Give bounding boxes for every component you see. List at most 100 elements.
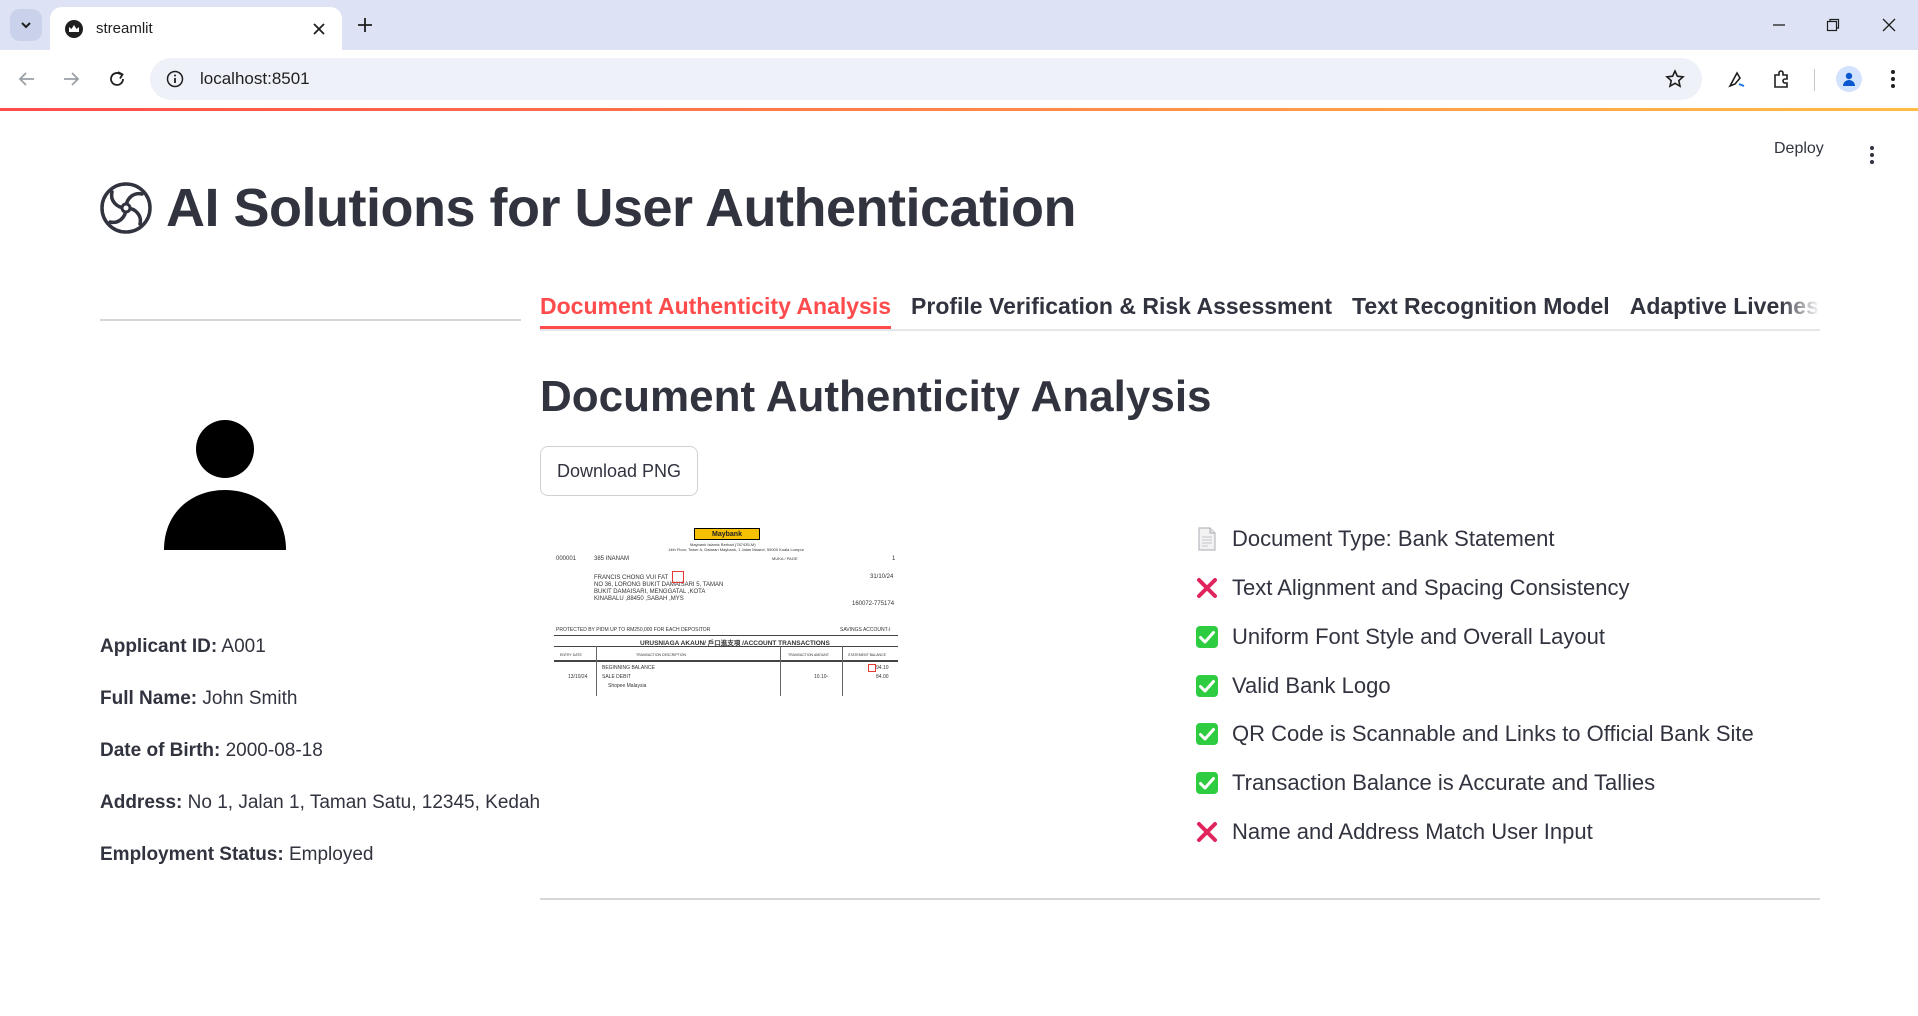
- field-label: Full Name:: [100, 688, 198, 709]
- site-info-icon[interactable]: [164, 68, 186, 90]
- doc-rule: [554, 646, 898, 647]
- tab-document-authenticity[interactable]: Document Authenticity Analysis: [540, 283, 892, 329]
- doc-address-3: KINABALU ,88450 ,SABAH ,MYS: [594, 596, 684, 602]
- check-item-qr-code: QR Code is Scannable and Links to Offici…: [1194, 718, 1754, 750]
- extensions-puzzle-icon[interactable]: [1766, 64, 1796, 94]
- doc-page-label: MUKA / PAGE: [772, 556, 798, 561]
- check-text: Uniform Font Style and Overall Layout: [1232, 624, 1605, 649]
- browser-tab[interactable]: streamlit: [50, 7, 342, 50]
- field-value: 2000-08-18: [225, 740, 323, 761]
- employment-status-row: Employment Status: Employed: [100, 844, 373, 866]
- streamlit-top-decoration: [0, 108, 1918, 111]
- doc-row-balance: 94.10: [876, 665, 889, 671]
- streamlit-crown-icon: [64, 19, 84, 39]
- download-png-button[interactable]: Download PNG: [540, 446, 698, 496]
- doc-col-date: ENTRY DATE: [560, 653, 582, 657]
- app-menu-button[interactable]: [1860, 140, 1884, 170]
- doc-row-date: 13/10/24: [568, 674, 588, 680]
- doc-account-no: 160072-775174: [852, 601, 895, 607]
- new-tab-button[interactable]: [352, 12, 378, 38]
- minimize-button[interactable]: [1766, 12, 1792, 38]
- check-text: Transaction Balance is Accurate and Tall…: [1232, 770, 1656, 795]
- sidebar-divider: [100, 319, 521, 321]
- doc-address-2: BUKIT DAMAISARI, MENGGATAL ,KOTA: [594, 589, 706, 595]
- section-title: Document Authenticity Analysis: [540, 372, 1212, 421]
- address-row: Address: No 1, Jalan 1, Taman Satu, 1234…: [100, 792, 540, 814]
- kebab-menu-icon: [1891, 70, 1895, 88]
- tab-title: streamlit: [96, 20, 153, 37]
- doc-code: 000001: [556, 556, 577, 562]
- bookmark-star-icon[interactable]: [1662, 66, 1688, 92]
- close-window-button[interactable]: [1876, 12, 1902, 38]
- doc-row-balance: 84.00: [876, 674, 889, 680]
- reload-button[interactable]: [102, 64, 132, 94]
- doc-rule: [554, 660, 898, 662]
- check-item-name-address: Name and Address Match User Input: [1194, 816, 1593, 848]
- back-arrow-icon: [18, 72, 34, 86]
- check-text: Name and Address Match User Input: [1232, 819, 1593, 844]
- restore-button[interactable]: [1820, 12, 1846, 38]
- doc-column-line: [596, 646, 597, 696]
- profile-avatar-icon: [1836, 66, 1862, 92]
- profile-button[interactable]: [1834, 64, 1864, 94]
- applicant-id-row: Applicant ID: A001: [100, 636, 266, 658]
- tab-search-button[interactable]: [10, 9, 42, 41]
- doc-statement-date: 31/10/24: [870, 574, 894, 580]
- date-of-birth-row: Date of Birth: 2000-08-18: [100, 740, 323, 762]
- check-item-bank-logo: Valid Bank Logo: [1194, 670, 1391, 702]
- close-icon: [1882, 18, 1896, 32]
- user-avatar-icon: [164, 420, 286, 550]
- tab-overflow-fade: [1780, 283, 1820, 329]
- field-label: Employment Status:: [100, 844, 284, 865]
- tab-bar: Document Authenticity Analysis Profile V…: [540, 283, 1820, 331]
- field-label: Date of Birth:: [100, 740, 221, 761]
- check-item-text-alignment: Text Alignment and Spacing Consistency: [1194, 572, 1629, 604]
- kebab-menu-icon: [1870, 146, 1874, 164]
- page-facing-up-icon: [1194, 526, 1220, 552]
- field-label: Applicant ID:: [100, 636, 218, 657]
- pen-tool-icon[interactable]: [1722, 64, 1752, 94]
- doc-row-desc: Shopee Malaysia: [608, 683, 647, 689]
- close-tab-icon[interactable]: [306, 16, 332, 42]
- browser-menu-button[interactable]: [1878, 64, 1908, 94]
- doc-name: FRANCIS CHONG VUI FAT: [594, 575, 669, 581]
- url-text[interactable]: localhost:8501: [200, 69, 1662, 89]
- app-title-row: AI Solutions for User Authentication: [100, 175, 1077, 241]
- check-mark-button-icon: [1194, 770, 1220, 796]
- section-divider: [540, 898, 1820, 900]
- full-name-row: Full Name: John Smith: [100, 688, 297, 710]
- doc-col-amount: TRANSACTION AMOUNT: [788, 653, 830, 657]
- doc-savings: SAVINGS ACCOUNT-I: [840, 627, 891, 633]
- tab-text-recognition[interactable]: Text Recognition Model: [1352, 283, 1610, 329]
- browser-toolbar: localhost:8501: [0, 50, 1918, 108]
- back-button[interactable]: [12, 64, 42, 94]
- check-text: Text Alignment and Spacing Consistency: [1232, 575, 1630, 600]
- bank-statement-image: Maybank Maybank Islamic Berhad (787435-M…: [552, 524, 902, 699]
- cross-mark-icon: [1194, 819, 1220, 845]
- check-text: Valid Bank Logo: [1232, 673, 1391, 698]
- check-item-transaction-balance: Transaction Balance is Accurate and Tall…: [1194, 767, 1655, 799]
- chevron-down-icon: [21, 22, 31, 29]
- cross-mark-icon: [1194, 575, 1220, 601]
- restore-icon: [1826, 18, 1840, 32]
- deploy-button[interactable]: Deploy: [1774, 140, 1824, 158]
- plus-icon: [358, 18, 372, 32]
- bank-logo: Maybank: [694, 528, 760, 540]
- doc-address-1: NO 36, LORONG BUKIT DAMAISARI 5, TAMAN: [594, 582, 724, 588]
- doc-col-desc: TRANSACTION DESCRIPTION: [636, 653, 686, 657]
- app-title: AI Solutions for User Authentication: [166, 178, 1077, 238]
- tab-profile-verification[interactable]: Profile Verification & Risk Assessment: [911, 283, 1332, 329]
- address-bar[interactable]: localhost:8501: [150, 58, 1702, 100]
- doc-column-line: [780, 646, 781, 696]
- field-value: Employed: [288, 844, 374, 865]
- check-mark-button-icon: [1194, 673, 1220, 699]
- check-text: QR Code is Scannable and Links to Offici…: [1232, 721, 1754, 746]
- forward-arrow-icon: [64, 72, 80, 86]
- browser-tab-bar: streamlit: [0, 0, 1918, 50]
- doc-row-desc: BEGINNING BALANCE: [602, 665, 655, 671]
- doc-column-line: [842, 646, 843, 696]
- field-value: John Smith: [202, 688, 298, 709]
- field-label: Address:: [100, 792, 183, 813]
- check-item-font-style: Uniform Font Style and Overall Layout: [1194, 621, 1605, 653]
- forward-button[interactable]: [56, 64, 86, 94]
